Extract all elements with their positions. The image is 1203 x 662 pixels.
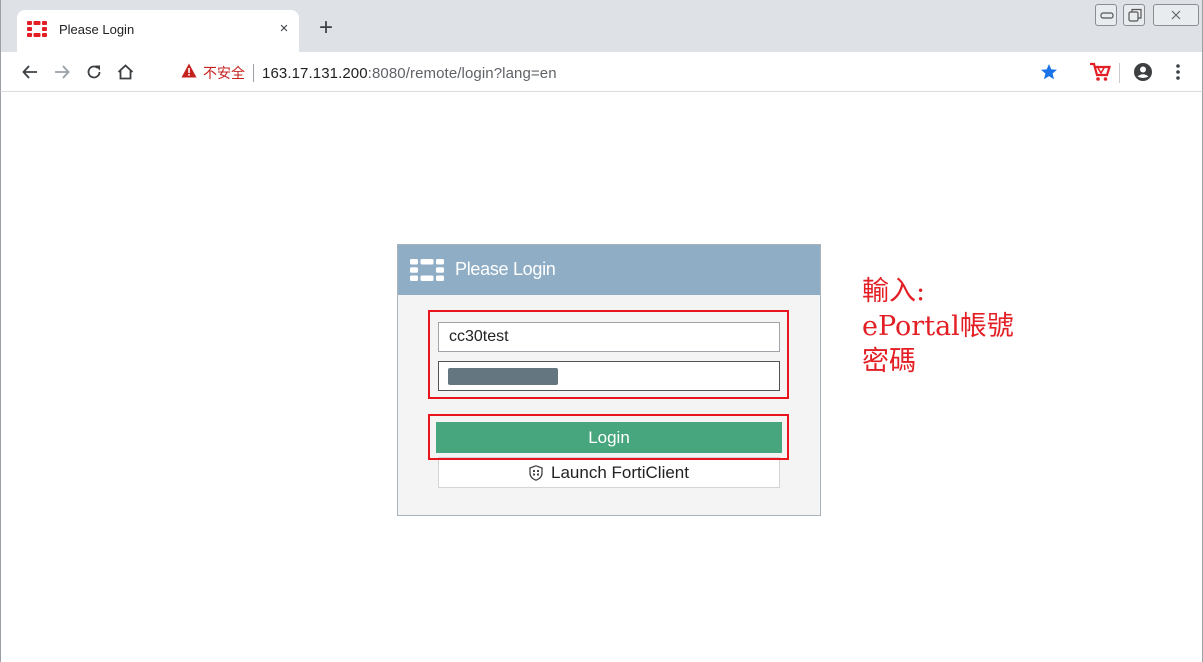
login-highlight-box xyxy=(428,414,789,460)
browser-toolbar: 不安全 163.17.131.200:8080/remote/login?lan… xyxy=(0,52,1203,92)
security-label: 不安全 xyxy=(203,66,245,82)
new-tab-button[interactable]: + xyxy=(313,16,339,42)
fortinet-logo-icon xyxy=(410,259,444,286)
fortinet-favicon-icon xyxy=(27,21,47,42)
annotation-line-1: 輸入: xyxy=(862,276,926,307)
home-icon[interactable] xyxy=(112,59,138,85)
tab-title: Please Login xyxy=(59,22,135,37)
account-icon[interactable] xyxy=(1131,60,1155,84)
star-icon[interactable] xyxy=(1037,60,1061,84)
annotation-line-3: 密碼 xyxy=(862,346,916,377)
login-header: Please Login xyxy=(398,245,820,295)
minimize-window-icon[interactable] xyxy=(1095,4,1117,26)
tab-close-icon[interactable]: × xyxy=(273,18,295,40)
launch-forticlient-label: Launch FortiClient xyxy=(551,463,689,482)
kebab-menu-icon[interactable] xyxy=(1166,60,1190,84)
url-path: :8080/remote/login?lang=en xyxy=(367,64,557,82)
toolbar-divider xyxy=(1119,63,1120,83)
restore-window-icon[interactable] xyxy=(1123,4,1145,26)
url-host: 163.17.131.200 xyxy=(262,64,368,82)
back-arrow-icon[interactable] xyxy=(17,59,43,85)
credentials-highlight-box xyxy=(428,310,789,399)
forticlient-shield-icon xyxy=(529,461,543,490)
address-divider xyxy=(253,64,254,82)
warning-triangle-icon xyxy=(181,63,197,83)
cart-icon[interactable] xyxy=(1088,60,1112,84)
launch-forticlient-button[interactable]: Launch FortiClient xyxy=(438,457,780,488)
security-indicator[interactable]: 不安全 163.17.131.200:8080/remote/login?lan… xyxy=(181,63,557,83)
browser-tab[interactable]: Please Login × xyxy=(17,10,299,52)
close-window-icon[interactable] xyxy=(1153,4,1199,26)
window-left-border xyxy=(0,92,1,662)
reload-icon[interactable] xyxy=(81,59,107,85)
browser-tab-strip: Please Login × + xyxy=(0,0,1203,52)
annotation-line-2: ePortal帳號 xyxy=(862,311,1014,342)
login-title: Please Login xyxy=(455,259,556,279)
annotation-note: 輸入: ePortal帳號 密碼 xyxy=(862,274,1014,379)
forward-arrow-icon[interactable] xyxy=(49,59,75,85)
address-bar[interactable]: 163.17.131.200:8080/remote/login?lang=en xyxy=(262,65,557,82)
